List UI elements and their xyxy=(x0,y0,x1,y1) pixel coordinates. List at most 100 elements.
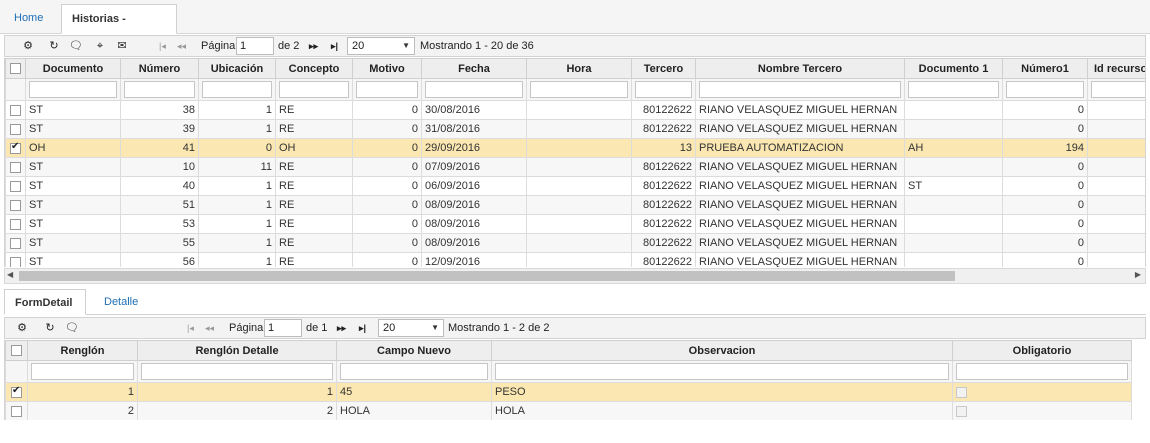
filter-input[interactable] xyxy=(956,363,1128,380)
prev-page-button[interactable]: ◂◂ xyxy=(177,39,186,53)
page-number-input[interactable] xyxy=(264,319,302,337)
next-page-button[interactable]: ▸▸ xyxy=(309,39,318,53)
table-row[interactable]: ST 39 1 RE 0 31/08/2016 80122622 RIANO VELASQUE… xyxy=(5,119,1145,139)
row-select-cell[interactable] xyxy=(5,252,26,267)
column-header[interactable]: Motivo xyxy=(352,58,422,79)
table-row[interactable]: ST 55 1 RE 0 08/09/2016 80122622 RIANO VELASQUE… xyxy=(5,233,1145,253)
table-row[interactable]: ST 40 1 RE 0 06/09/2016 80122622 RIANO VELASQUE… xyxy=(5,176,1145,196)
column-header[interactable]: Obligatorio xyxy=(952,340,1132,361)
row-checkbox[interactable] xyxy=(11,405,22,417)
select-all-cell[interactable] xyxy=(5,340,28,361)
filter-input[interactable] xyxy=(699,81,901,98)
tab-formdetail[interactable]: FormDetail xyxy=(4,289,86,315)
table-row[interactable]: ST 56 1 RE 0 12/09/2016 80122622 RIANO VELASQUE… xyxy=(5,252,1145,267)
refresh-icon[interactable]: ↻ xyxy=(47,39,61,53)
column-header[interactable]: Concepto xyxy=(275,58,353,79)
row-checkbox[interactable] xyxy=(10,218,21,230)
filter-input[interactable] xyxy=(356,81,418,98)
next-page-button[interactable]: ▸▸ xyxy=(337,321,346,335)
column-header[interactable]: Ubicación xyxy=(198,58,276,79)
scrollbar-thumb[interactable] xyxy=(19,271,955,281)
prev-page-button[interactable]: ◂◂ xyxy=(205,321,214,335)
column-header[interactable]: Observacion xyxy=(491,340,953,361)
row-select-cell[interactable] xyxy=(5,138,26,158)
horizontal-scrollbar[interactable]: ◀ ▶ xyxy=(4,268,1146,284)
filter-input[interactable] xyxy=(425,81,523,98)
column-header[interactable]: Fecha xyxy=(421,58,527,79)
row-select-cell[interactable] xyxy=(5,100,26,120)
table-row[interactable]: OH410OH029/09/201613PRUEBA AUTOMATIZACIO… xyxy=(5,138,1145,158)
table-row[interactable]: ST 38 1 RE 0 30/08/2016 80122622 RIANO VELASQUE… xyxy=(5,100,1145,120)
row-checkbox[interactable] xyxy=(10,141,21,154)
filter-input[interactable] xyxy=(279,81,349,98)
column-header[interactable]: Número xyxy=(120,58,199,79)
gear-icon[interactable]: ⚙ xyxy=(21,39,35,53)
filter-input[interactable] xyxy=(1091,81,1145,98)
row-checkbox[interactable] xyxy=(10,161,21,173)
filter-input[interactable] xyxy=(530,81,628,98)
refresh-icon[interactable]: ↻ xyxy=(43,321,57,335)
column-header[interactable]: Documento 1 xyxy=(904,58,1003,79)
filter-input[interactable] xyxy=(635,81,692,98)
filter-input[interactable] xyxy=(340,363,488,380)
first-page-button[interactable]: |◂ xyxy=(159,39,166,53)
row-select-cell[interactable] xyxy=(5,214,26,234)
table-row[interactable]: ST 53 1 RE 0 08/09/2016 80122622 RIANO VELASQUE… xyxy=(5,214,1145,234)
scroll-right-icon[interactable]: ▶ xyxy=(1135,270,1141,279)
last-page-button[interactable]: ▸| xyxy=(331,39,338,53)
page-number-input[interactable] xyxy=(236,37,274,55)
table-cell: 2 xyxy=(27,401,138,420)
tab-historias[interactable]: Historias -[ghis]× xyxy=(61,4,177,53)
column-header[interactable]: Tercero xyxy=(631,58,696,79)
row-select-cell[interactable] xyxy=(5,176,26,196)
table-row[interactable]: ST 10 11 RE 0 07/09/2016 80122622 RIANO VELASQU… xyxy=(5,157,1145,177)
row-select-cell[interactable] xyxy=(5,157,26,177)
filter-input[interactable] xyxy=(29,81,117,98)
table-row[interactable]: ST 51 1 RE 0 08/09/2016 80122622 RIANO VELASQUE… xyxy=(5,195,1145,215)
filter-input[interactable] xyxy=(141,363,333,380)
filter-input[interactable] xyxy=(202,81,272,98)
filter-input[interactable] xyxy=(495,363,949,380)
comment-icon[interactable]: 🗨 xyxy=(69,39,83,53)
tab-detalle[interactable]: Detalle xyxy=(94,289,148,315)
column-header[interactable]: Renglón xyxy=(27,340,138,361)
filter-input[interactable] xyxy=(31,363,134,380)
scroll-left-icon[interactable]: ◀ xyxy=(7,270,13,279)
page-size-select[interactable]: 20 ▼ xyxy=(378,319,444,337)
filter-input[interactable] xyxy=(908,81,999,98)
row-select-cell[interactable] xyxy=(5,382,28,402)
column-header[interactable]: Hora xyxy=(526,58,632,79)
column-header[interactable]: Id recurso xyxy=(1087,58,1145,79)
column-header[interactable]: Renglón Detalle xyxy=(137,340,337,361)
envelope-icon[interactable]: ✉ xyxy=(115,39,129,53)
row-checkbox[interactable] xyxy=(10,104,21,116)
column-header[interactable]: Documento xyxy=(25,58,121,79)
row-select-cell[interactable] xyxy=(5,401,28,420)
tab-home[interactable]: Home xyxy=(4,4,56,34)
row-select-cell[interactable] xyxy=(5,233,26,253)
row-select-cell[interactable] xyxy=(5,195,26,215)
pin-icon[interactable]: ⌖ xyxy=(93,39,107,53)
filter-input[interactable] xyxy=(1006,81,1084,98)
select-all-checkbox[interactable] xyxy=(10,63,21,75)
gear-icon[interactable]: ⚙ xyxy=(15,321,29,335)
row-checkbox[interactable] xyxy=(11,385,22,398)
select-all-checkbox[interactable] xyxy=(11,345,22,357)
row-select-cell[interactable] xyxy=(5,119,26,139)
column-header[interactable]: Campo Nuevo xyxy=(336,340,492,361)
column-header[interactable]: Número1 xyxy=(1002,58,1088,79)
row-checkbox[interactable] xyxy=(10,180,21,192)
filter-input[interactable] xyxy=(124,81,195,98)
row-checkbox[interactable] xyxy=(10,199,21,211)
comment-icon[interactable]: 🗨 xyxy=(65,321,79,335)
table-row[interactable]: 1145PESO xyxy=(5,382,1132,402)
table-row[interactable]: 2 2 HOLA HOLA xyxy=(5,401,1132,420)
select-all-cell[interactable] xyxy=(5,58,26,79)
page-size-select[interactable]: 20 ▼ xyxy=(347,37,415,55)
row-checkbox[interactable] xyxy=(10,256,21,267)
first-page-button[interactable]: |◂ xyxy=(187,321,194,335)
last-page-button[interactable]: ▸| xyxy=(359,321,366,335)
row-checkbox[interactable] xyxy=(10,123,21,135)
row-checkbox[interactable] xyxy=(10,237,21,249)
column-header[interactable]: Nombre Tercero xyxy=(695,58,905,79)
